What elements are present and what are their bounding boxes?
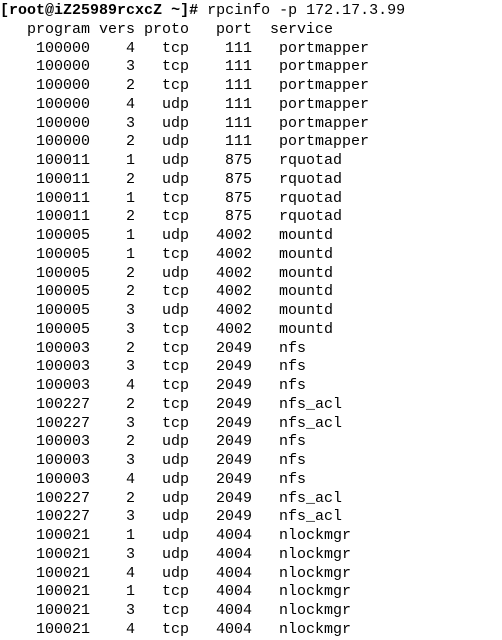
prompt-suffix: ]# [180,2,207,19]
prompt-host: iZ25989rcxcZ [54,2,162,19]
table-header: program vers proto port service [0,21,333,38]
prompt-user: root [9,2,45,19]
prompt-line: [root@iZ25989rcxcZ ~]# [0,2,207,19]
table-body: 100000 4 tcp 111 portmapper 100000 3 tcp… [0,40,369,638]
terminal-output[interactable]: [root@iZ25989rcxcZ ~]# rpcinfo -p 172.17… [0,0,502,640]
prompt-command: rpcinfo -p 172.17.3.99 [207,2,405,19]
prompt-prefix: [ [0,2,9,19]
prompt-at: @ [45,2,54,19]
prompt-cwd: ~ [162,2,180,19]
